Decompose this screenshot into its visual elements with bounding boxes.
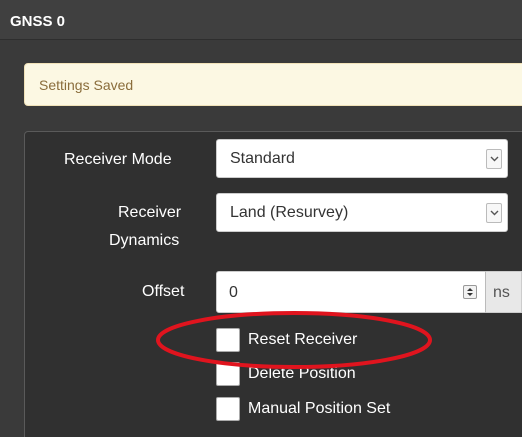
receiver-dynamics-select[interactable]: Land (Resurvey)	[216, 193, 508, 232]
offset-value: 0	[229, 284, 238, 301]
manual-position-set-label[interactable]: Manual Position Set	[248, 400, 390, 418]
panel-header: GNSS 0	[0, 0, 522, 40]
offset-label: Offset	[142, 283, 185, 300]
stepper-icon[interactable]	[463, 285, 477, 299]
receiver-dynamics-label-line2: Dynamics	[109, 232, 180, 249]
receiver-mode-label: Receiver Mode	[64, 151, 172, 168]
reset-receiver-label[interactable]: Reset Receiver	[248, 331, 357, 349]
delete-position-checkbox[interactable]	[216, 362, 240, 386]
offset-input[interactable]: 0	[216, 271, 486, 313]
chevron-down-icon[interactable]	[486, 149, 502, 169]
delete-position-label[interactable]: Delete Position	[248, 365, 356, 383]
alert-text: Settings Saved	[39, 77, 134, 93]
receiver-dynamics-label-line1: Receiver	[118, 204, 182, 221]
reset-receiver-checkbox[interactable]	[216, 328, 240, 352]
panel-title: GNSS 0	[10, 13, 66, 30]
offset-unit-addon: ns	[485, 271, 522, 313]
chevron-down-icon[interactable]	[486, 203, 502, 223]
receiver-dynamics-value: Land (Resurvey)	[230, 204, 349, 221]
settings-saved-alert: Settings Saved	[24, 63, 522, 106]
receiver-mode-value: Standard	[230, 150, 295, 167]
offset-unit: ns	[493, 284, 510, 301]
manual-position-set-checkbox[interactable]	[216, 397, 240, 421]
receiver-mode-select[interactable]: Standard	[216, 139, 508, 178]
